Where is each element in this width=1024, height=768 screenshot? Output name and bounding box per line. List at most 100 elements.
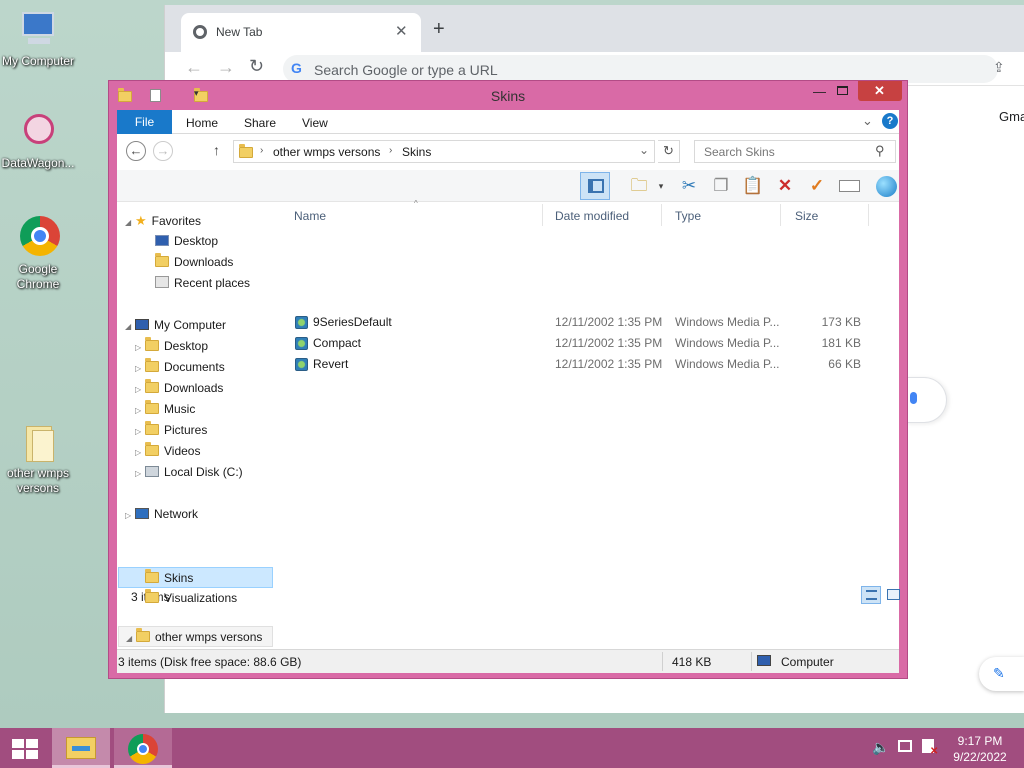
nav-computer-videos[interactable]: ▷ Videos bbox=[135, 441, 200, 462]
clock-time[interactable]: 9:17 PM bbox=[955, 734, 1005, 748]
forward-icon[interactable]: → bbox=[153, 141, 173, 161]
chrome-tab-strip: New Tab ✕ + bbox=[165, 5, 1024, 52]
nav-favorites-recent[interactable]: Recent places bbox=[155, 273, 250, 294]
minimize-icon[interactable]: — bbox=[813, 84, 826, 99]
back-icon[interactable]: ← bbox=[126, 141, 146, 161]
sort-ascending-icon: ^ bbox=[414, 199, 418, 208]
search-placeholder: Search Skins bbox=[704, 145, 775, 159]
collapse-triangle-icon: ▷ bbox=[135, 385, 142, 394]
nav-computer-local-disk[interactable]: ▷ Local Disk (C:) bbox=[135, 462, 243, 483]
reload-icon[interactable]: ↻ bbox=[249, 56, 264, 77]
collapse-triangle-icon: ▷ bbox=[135, 469, 142, 478]
windows-logo-icon bbox=[12, 739, 38, 759]
nav-folder-parent[interactable]: ◢ other wmps versons bbox=[118, 626, 273, 647]
folder-icon bbox=[136, 628, 150, 642]
tab-file[interactable]: File bbox=[117, 110, 172, 134]
rename-icon[interactable] bbox=[835, 174, 863, 198]
start-button[interactable] bbox=[0, 728, 48, 768]
chrome-icon bbox=[16, 216, 60, 260]
back-arrow-icon[interactable]: ← bbox=[185, 57, 203, 78]
voice-search-pill[interactable] bbox=[905, 377, 947, 423]
help-icon[interactable]: ? bbox=[882, 113, 898, 129]
maximize-icon[interactable] bbox=[837, 86, 848, 95]
computer-icon bbox=[757, 655, 771, 666]
music-folder-icon bbox=[145, 400, 159, 414]
file-row[interactable]: Revert 12/11/2002 1:35 PM Windows Media … bbox=[117, 354, 899, 375]
pencil-icon: ✎ bbox=[993, 665, 1005, 681]
customize-chrome-button[interactable]: ✎ bbox=[979, 657, 1024, 691]
gmail-link[interactable]: Gma bbox=[999, 109, 1024, 124]
folder-icon bbox=[145, 589, 159, 603]
wmz-file-icon bbox=[295, 337, 308, 350]
nav-computer-music[interactable]: ▷ Music bbox=[135, 399, 195, 420]
desktop-icon-label: My Computer bbox=[1, 54, 75, 68]
cut-icon[interactable]: ✂ bbox=[675, 174, 703, 198]
breadcrumb-item[interactable]: other wmps versons bbox=[273, 145, 380, 159]
address-bar[interactable]: › other wmps versons › Skins ⌄ bbox=[233, 140, 655, 163]
nav-label: Favorites bbox=[151, 214, 202, 228]
search-box[interactable]: Search Skins ⚲ bbox=[694, 140, 896, 163]
column-size[interactable]: Size bbox=[795, 209, 818, 223]
nav-label: Visualizations bbox=[164, 591, 238, 605]
volume-icon[interactable]: 🔈 bbox=[872, 739, 889, 756]
dropdown-icon[interactable]: ▾ bbox=[655, 174, 667, 198]
large-icons-view-button[interactable] bbox=[884, 586, 904, 604]
details-view-button[interactable] bbox=[861, 586, 881, 604]
file-row[interactable]: Compact 12/11/2002 1:35 PM Windows Media… bbox=[117, 333, 899, 354]
address-row: ← → ↑ › other wmps versons › Skins ⌄ ↻ S… bbox=[117, 134, 899, 170]
file-name: 9SeriesDefault bbox=[313, 315, 392, 329]
desktop-icon-datawagon[interactable]: DataWagon... bbox=[0, 110, 76, 171]
breadcrumb-chevron-icon: › bbox=[389, 145, 393, 156]
expand-triangle-icon: ◢ bbox=[126, 634, 133, 643]
close-tab-icon[interactable]: ✕ bbox=[395, 22, 408, 40]
clock-date[interactable]: 9/22/2022 bbox=[951, 750, 1009, 764]
folder-icon bbox=[239, 144, 253, 158]
taskbar-explorer-button[interactable] bbox=[52, 728, 110, 768]
forward-arrow-icon[interactable]: → bbox=[217, 57, 235, 78]
chevron-down-icon[interactable]: ⌄ bbox=[862, 113, 873, 129]
copy-icon[interactable]: ❐ bbox=[707, 174, 735, 198]
column-type[interactable]: Type bbox=[675, 209, 701, 223]
desktop-icon-my-computer[interactable]: My Computer bbox=[0, 8, 76, 69]
omnibox[interactable]: G Search Google or type a URL bbox=[283, 55, 998, 83]
nav-network[interactable]: ▷ Network bbox=[125, 504, 198, 525]
file-type: Windows Media P... bbox=[675, 315, 780, 329]
new-tab-plus-icon[interactable]: + bbox=[433, 18, 445, 41]
preview-pane-icon[interactable] bbox=[580, 172, 610, 200]
paste-icon[interactable]: 📋 bbox=[739, 174, 767, 198]
nav-folder-skins[interactable]: Skins bbox=[118, 567, 273, 588]
desktop-icon-google-chrome[interactable]: Google Chrome bbox=[0, 216, 76, 292]
taskbar-chrome-button[interactable] bbox=[114, 728, 172, 768]
file-row[interactable]: 9SeriesDefault 12/11/2002 1:35 PM Window… bbox=[117, 312, 899, 333]
nav-computer-downloads[interactable]: ▷ Downloads bbox=[135, 378, 223, 399]
chrome-tab-new-tab[interactable]: New Tab ✕ bbox=[181, 13, 421, 52]
tab-share[interactable]: Share bbox=[244, 116, 276, 130]
breadcrumb-item[interactable]: Skins bbox=[402, 145, 431, 159]
nav-favorites-downloads[interactable]: Downloads bbox=[155, 252, 233, 273]
globe-icon[interactable] bbox=[873, 174, 901, 198]
column-name[interactable]: Name bbox=[294, 209, 326, 223]
folder-icon bbox=[145, 379, 159, 393]
check-icon[interactable]: ✓ bbox=[803, 174, 831, 198]
tab-view[interactable]: View bbox=[302, 116, 328, 130]
network-tray-icon[interactable] bbox=[898, 740, 912, 752]
title-bar[interactable]: ▾ Skins — ✕ bbox=[109, 81, 907, 109]
folder-check-icon[interactable]: 🗀 bbox=[625, 174, 653, 198]
delete-icon[interactable]: ✕ bbox=[771, 174, 799, 198]
collapse-triangle-icon: ▷ bbox=[125, 511, 132, 520]
nav-folder-visualizations[interactable]: Visualizations bbox=[118, 588, 237, 609]
refresh-button[interactable]: ↻ bbox=[658, 140, 680, 163]
desktop-icon-folder[interactable]: other wmps versons bbox=[0, 420, 76, 496]
close-window-button[interactable]: ✕ bbox=[858, 81, 902, 101]
nav-favorites-desktop[interactable]: Desktop bbox=[155, 231, 218, 252]
large-icons-view-icon bbox=[887, 589, 900, 600]
videos-folder-icon bbox=[145, 442, 159, 456]
nav-favorites[interactable]: ◢ ★ Favorites bbox=[125, 210, 201, 231]
omnibox-placeholder: Search Google or type a URL bbox=[314, 62, 498, 78]
share-icon[interactable]: ⇪ bbox=[993, 59, 1005, 76]
tab-home[interactable]: Home bbox=[186, 116, 218, 130]
up-arrow-icon[interactable]: ↑ bbox=[213, 142, 220, 158]
chevron-down-icon[interactable]: ⌄ bbox=[639, 143, 649, 157]
nav-computer-pictures[interactable]: ▷ Pictures bbox=[135, 420, 207, 441]
column-date-modified[interactable]: Date modified bbox=[555, 209, 629, 223]
